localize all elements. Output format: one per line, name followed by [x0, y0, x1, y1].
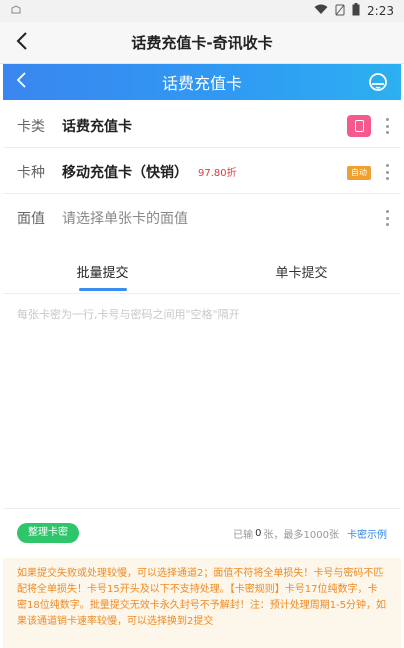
count-suffix: 张，最多1000张 [263, 529, 339, 541]
card-type-value: 话费充值卡 [62, 118, 132, 135]
card-count: 已输 0 张，最多1000张 [233, 526, 339, 541]
notification-icon [10, 4, 22, 18]
web-title: 话费充值卡 [161, 74, 242, 93]
card-type-label: 卡类 [17, 118, 45, 135]
battery-icon [352, 3, 360, 19]
web-header: 话费充值卡 [3, 64, 401, 100]
discount-text: 97.80折 [198, 168, 237, 179]
phone-card-icon [347, 115, 371, 137]
count-value: 0 [255, 527, 262, 539]
face-value-row[interactable]: 面值 请选择单张卡的面值 [3, 196, 401, 240]
wifi-icon [314, 4, 328, 18]
card-kind-row[interactable]: 卡种 移动充值卡（快销） 97.80折 自动 [3, 150, 401, 194]
auto-badge: 自动 [347, 166, 371, 180]
more-icon[interactable] [385, 210, 389, 226]
face-value-label: 面值 [17, 211, 45, 227]
input-toolbar: 整理卡密 已输 0 张，最多1000张 卡密示例 [3, 518, 401, 548]
divider [3, 508, 401, 509]
card-input-area [3, 296, 401, 506]
card-example-link[interactable]: 卡密示例 [347, 526, 387, 541]
more-icon[interactable] [385, 118, 389, 134]
status-time: 2:23 [367, 4, 394, 18]
app-bar: 话费充值卡-奇讯收卡 [0, 22, 404, 64]
count-prefix: 已输 [233, 529, 254, 541]
notice-box: 如果提交失败或处理较慢，可以选择通道2；面值不符将全单损失！卡号与密码不匹配将全… [3, 558, 401, 648]
app-title: 话费充值卡-奇讯收卡 [131, 34, 273, 52]
card-secret-input[interactable] [3, 296, 401, 506]
submit-tabs: 批量提交 单卡提交 [3, 250, 401, 294]
tab-batch-submit[interactable]: 批量提交 [3, 250, 202, 293]
face-value-placeholder: 请选择单张卡的面值 [62, 211, 188, 227]
status-bar: 2:23 [0, 0, 404, 22]
more-icon[interactable] [385, 164, 389, 180]
card-type-row[interactable]: 卡类 话费充值卡 [3, 104, 401, 148]
back-button[interactable] [12, 30, 38, 56]
web-back-icon[interactable] [13, 70, 37, 94]
card-kind-label: 卡种 [17, 164, 45, 181]
tab-single-submit[interactable]: 单卡提交 [202, 250, 401, 293]
no-sim-icon [335, 4, 345, 19]
organize-cards-button[interactable]: 整理卡密 [17, 523, 79, 543]
card-kind-value: 移动充值卡（快销） [62, 164, 188, 181]
customer-service-icon[interactable] [367, 71, 389, 93]
